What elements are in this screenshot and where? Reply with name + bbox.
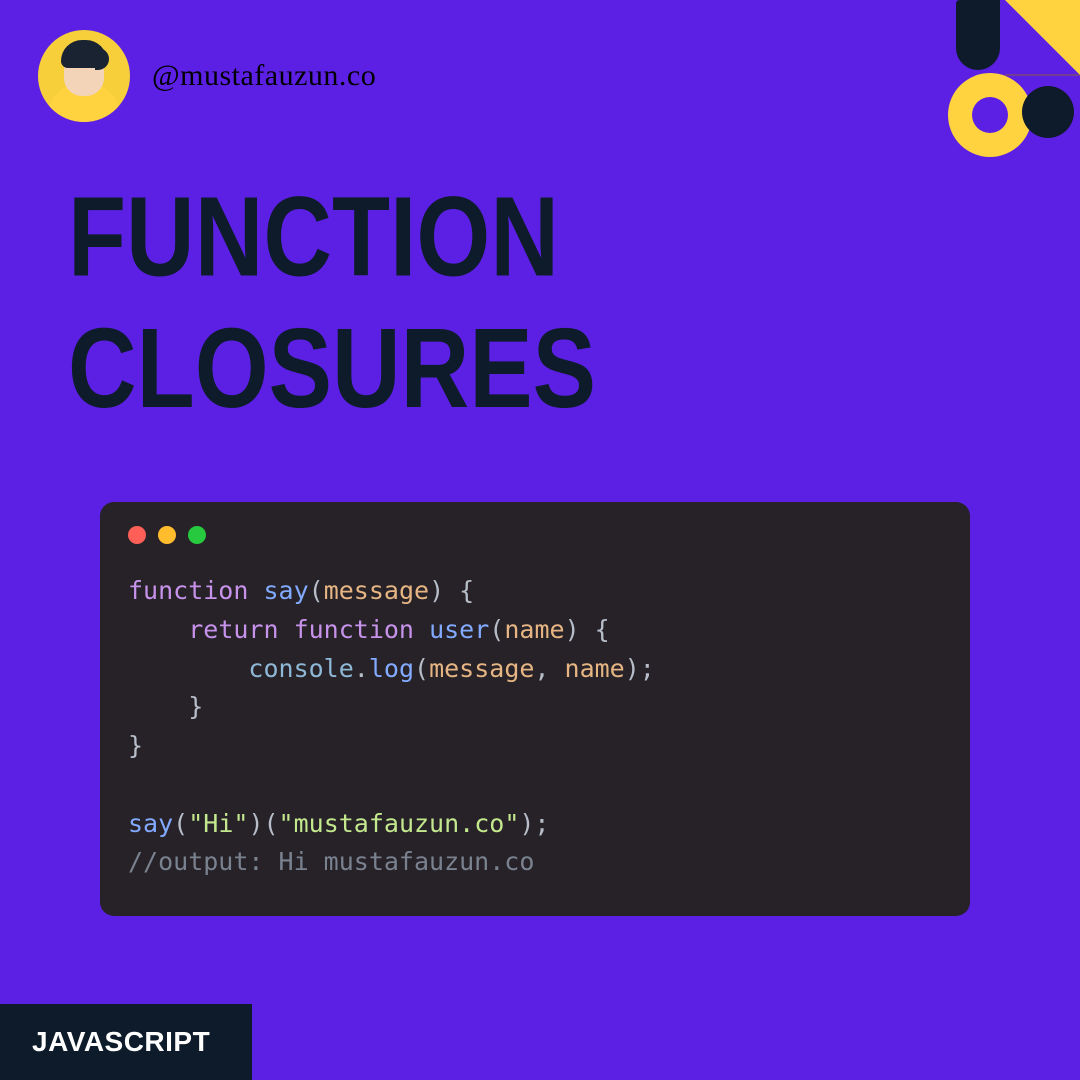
code-string: "Hi"	[188, 809, 248, 838]
code-indent	[128, 615, 188, 644]
code-punc: (	[414, 654, 429, 683]
code-keyword: function	[128, 576, 248, 605]
code-brace: }	[128, 731, 143, 760]
code-punc: (	[309, 576, 324, 605]
code-punc: ) {	[429, 576, 474, 605]
username-handle: @mustafauzun.co	[152, 59, 376, 93]
code-punc: ,	[534, 654, 564, 683]
code-punc: );	[519, 809, 549, 838]
minimize-icon	[158, 526, 176, 544]
code-arg: message	[429, 654, 534, 683]
code-call: say	[128, 809, 173, 838]
code-punc: ) {	[565, 615, 610, 644]
window-controls	[128, 526, 942, 544]
code-punc: (	[489, 615, 504, 644]
close-icon	[128, 526, 146, 544]
code-brace: }	[128, 692, 203, 721]
code-fnname: user	[429, 615, 489, 644]
code-window: function say(message) { return function …	[100, 502, 970, 916]
code-fnname: say	[263, 576, 308, 605]
avatar	[38, 30, 130, 122]
code-object: console	[248, 654, 353, 683]
code-method: log	[369, 654, 414, 683]
code-param: message	[324, 576, 429, 605]
code-param: name	[504, 615, 564, 644]
language-tag: JAVASCRIPT	[0, 1004, 252, 1080]
code-punc: .	[354, 654, 369, 683]
code-block: function say(message) { return function …	[128, 572, 942, 882]
corner-decoration-icon	[850, 0, 1080, 160]
code-keyword: return function	[188, 615, 414, 644]
page-title: FUNCTION CLOSURES	[68, 171, 959, 434]
code-arg: name	[565, 654, 625, 683]
code-indent	[128, 654, 248, 683]
code-punc: )(	[248, 809, 278, 838]
code-string: "mustafauzun.co"	[279, 809, 520, 838]
maximize-icon	[188, 526, 206, 544]
code-punc: (	[173, 809, 188, 838]
code-punc: );	[625, 654, 655, 683]
code-comment: //output: Hi mustafauzun.co	[128, 847, 534, 876]
